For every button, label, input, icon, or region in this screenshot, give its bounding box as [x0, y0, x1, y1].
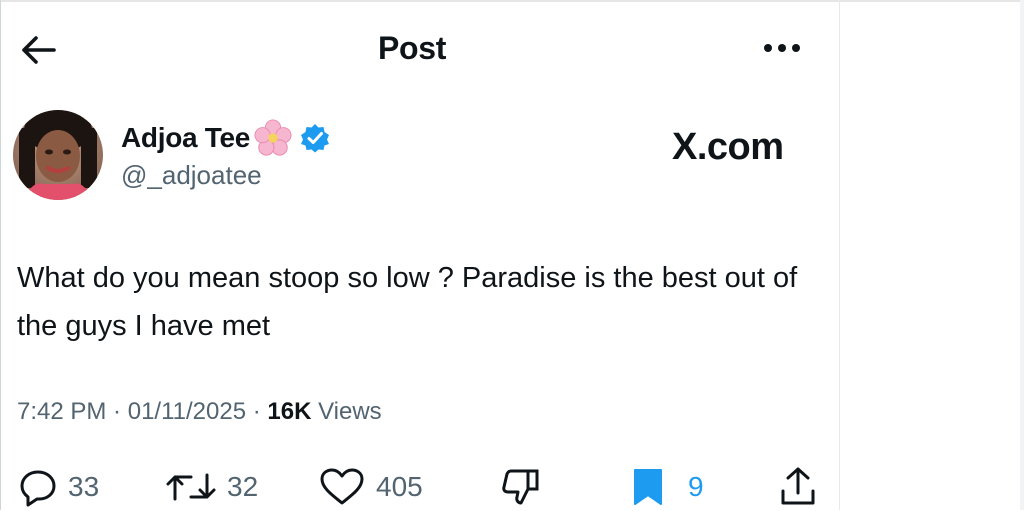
frame-left-border: [0, 0, 1, 510]
reply-count: 33: [68, 471, 100, 502]
bookmark-icon: [634, 469, 662, 505]
author-handle[interactable]: @_adjoatee: [121, 160, 262, 191]
meta-separator: ·: [106, 398, 128, 425]
author-name-row[interactable]: Adjoa Tee: [121, 119, 330, 156]
bookmark-button[interactable]: 9: [630, 463, 704, 511]
share-icon: [781, 467, 815, 505]
tweet-time[interactable]: 7:42 PM: [17, 398, 106, 425]
like-count: 405: [376, 471, 423, 502]
tweet-date[interactable]: 01/11/2025: [128, 398, 246, 425]
tweet-meta: 7:42 PM · 01/11/2025 · 16K Views: [17, 398, 382, 426]
dislike-button[interactable]: [498, 463, 542, 511]
verified-badge-icon: [301, 124, 330, 153]
meta-separator: ·: [246, 398, 268, 425]
bookmark-count: 9: [688, 471, 704, 502]
back-button[interactable]: [18, 30, 58, 70]
reply-button[interactable]: 33: [18, 463, 99, 511]
watermark-text: X.com: [672, 126, 784, 168]
more-options-button[interactable]: [758, 36, 806, 60]
frame-right-edge: [1020, 0, 1024, 510]
arrow-left-icon: [22, 36, 56, 64]
avatar-image: [13, 110, 103, 200]
views-label: Views: [311, 398, 382, 425]
like-button[interactable]: 405: [318, 463, 423, 511]
repost-count: 32: [227, 471, 259, 502]
share-button[interactable]: [778, 463, 818, 511]
views-count: 16K: [267, 398, 312, 425]
cherry-blossom-icon: [254, 119, 292, 156]
author-name[interactable]: Adjoa Tee: [121, 122, 250, 154]
repost-button[interactable]: 32: [165, 463, 258, 511]
dislike-icon: [502, 469, 539, 505]
more-horizontal-icon: [764, 44, 800, 52]
like-icon: [320, 468, 364, 505]
frame-top-border: [0, 0, 1024, 2]
tweet-text: What do you mean stoop so low ? Paradise…: [17, 262, 798, 342]
repost-icon: [166, 473, 216, 501]
action-bar: 33 32 405 9: [0, 463, 840, 511]
column-divider: [839, 0, 840, 510]
reply-icon: [20, 470, 56, 507]
page-title: Post: [378, 30, 447, 66]
avatar[interactable]: [13, 110, 103, 200]
